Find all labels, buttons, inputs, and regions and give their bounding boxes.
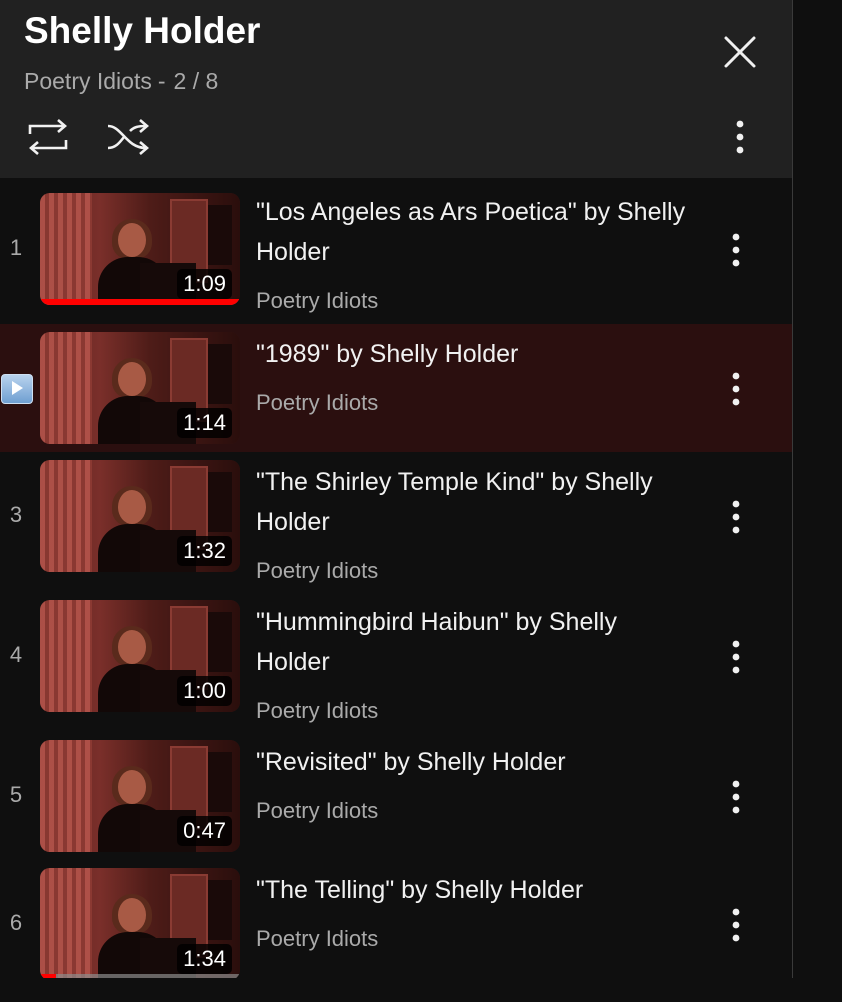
playlist-item[interactable]: 4 1:00 "Hummingbird Haibun" by Shelly Ho… — [0, 592, 792, 732]
video-duration: 1:14 — [177, 408, 232, 438]
more-vert-icon — [732, 640, 740, 674]
video-title[interactable]: "The Shirley Temple Kind" by Shelly Hold… — [256, 462, 696, 542]
playlist-title[interactable]: Shelly Holder — [24, 10, 260, 52]
playlist-channel[interactable]: Poetry Idiots — [24, 68, 152, 94]
item-index: 6 — [9, 910, 23, 935]
video-duration: 1:32 — [177, 536, 232, 566]
video-duration: 1:09 — [177, 269, 232, 299]
loop-icon — [28, 119, 68, 155]
item-menu-button[interactable] — [716, 368, 756, 412]
video-duration: 0:47 — [177, 816, 232, 846]
video-channel[interactable]: Poetry Idiots — [256, 558, 378, 584]
loop-button[interactable] — [22, 114, 74, 160]
playlist-panel: Shelly Holder Poetry Idiots -2 / 8 1 1:0… — [0, 0, 793, 978]
video-duration: 1:00 — [177, 676, 232, 706]
watch-progress — [40, 974, 240, 978]
close-button[interactable] — [714, 26, 766, 78]
video-duration: 1:34 — [177, 944, 232, 974]
subtitle-separator: - — [157, 68, 166, 94]
page-background-strip — [793, 0, 842, 1002]
item-menu-button[interactable] — [716, 904, 756, 948]
playlist-item[interactable]: 5 0:47 "Revisited" by Shelly Holder Poet… — [0, 732, 792, 860]
more-vert-icon — [736, 120, 744, 154]
video-thumbnail[interactable]: 1:32 — [40, 460, 240, 572]
item-menu-button[interactable] — [716, 776, 756, 820]
video-channel[interactable]: Poetry Idiots — [256, 926, 378, 952]
item-index: 1 — [9, 235, 23, 260]
playlist-items: 1 1:09 "Los Angeles as Ars Poetica" by S… — [0, 178, 792, 978]
item-menu-button[interactable] — [716, 229, 756, 273]
video-channel[interactable]: Poetry Idiots — [256, 798, 378, 824]
video-thumbnail[interactable]: 1:09 — [40, 193, 240, 305]
video-title[interactable]: "Revisited" by Shelly Holder — [256, 742, 696, 782]
playlist-header: Shelly Holder Poetry Idiots -2 / 8 — [0, 0, 792, 178]
watch-progress — [40, 299, 240, 305]
playlist-item[interactable]: 1:14 "1989" by Shelly Holder Poetry Idio… — [0, 324, 792, 452]
shuffle-icon — [107, 119, 149, 155]
item-menu-button[interactable] — [716, 496, 756, 540]
item-index: 5 — [9, 782, 23, 807]
more-vert-icon — [732, 908, 740, 942]
video-thumbnail[interactable]: 0:47 — [40, 740, 240, 852]
playlist-position: 2 / 8 — [173, 68, 219, 94]
video-channel[interactable]: Poetry Idiots — [256, 390, 378, 416]
video-thumbnail[interactable]: 1:14 — [40, 332, 240, 444]
more-vert-icon — [732, 372, 740, 406]
video-thumbnail[interactable]: 1:34 — [40, 868, 240, 978]
playlist-item[interactable]: 6 1:34 "The Telling" by Shelly Holder Po… — [0, 860, 792, 978]
shuffle-button[interactable] — [102, 114, 154, 160]
item-menu-button[interactable] — [716, 636, 756, 680]
close-icon — [724, 36, 756, 68]
watch-progress-fill — [40, 299, 240, 305]
item-index: 4 — [9, 642, 23, 667]
video-title[interactable]: "Los Angeles as Ars Poetica" by Shelly H… — [256, 192, 696, 272]
playlist-menu-button[interactable] — [720, 116, 760, 160]
video-title[interactable]: "The Telling" by Shelly Holder — [256, 870, 696, 910]
video-title[interactable]: "Hummingbird Haibun" by Shelly Holder — [256, 602, 696, 682]
more-vert-icon — [732, 500, 740, 534]
now-playing-icon — [1, 374, 33, 404]
video-channel[interactable]: Poetry Idiots — [256, 698, 378, 724]
more-vert-icon — [732, 780, 740, 814]
playlist-item[interactable]: 3 1:32 "The Shirley Temple Kind" by Shel… — [0, 452, 792, 592]
watch-progress-fill — [40, 974, 56, 978]
video-title[interactable]: "1989" by Shelly Holder — [256, 334, 696, 374]
video-channel[interactable]: Poetry Idiots — [256, 288, 378, 314]
more-vert-icon — [732, 233, 740, 267]
video-thumbnail[interactable]: 1:00 — [40, 600, 240, 712]
item-index: 3 — [9, 502, 23, 527]
playlist-subtitle: Poetry Idiots -2 / 8 — [24, 68, 218, 95]
playlist-item[interactable]: 1 1:09 "Los Angeles as Ars Poetica" by S… — [0, 178, 792, 324]
